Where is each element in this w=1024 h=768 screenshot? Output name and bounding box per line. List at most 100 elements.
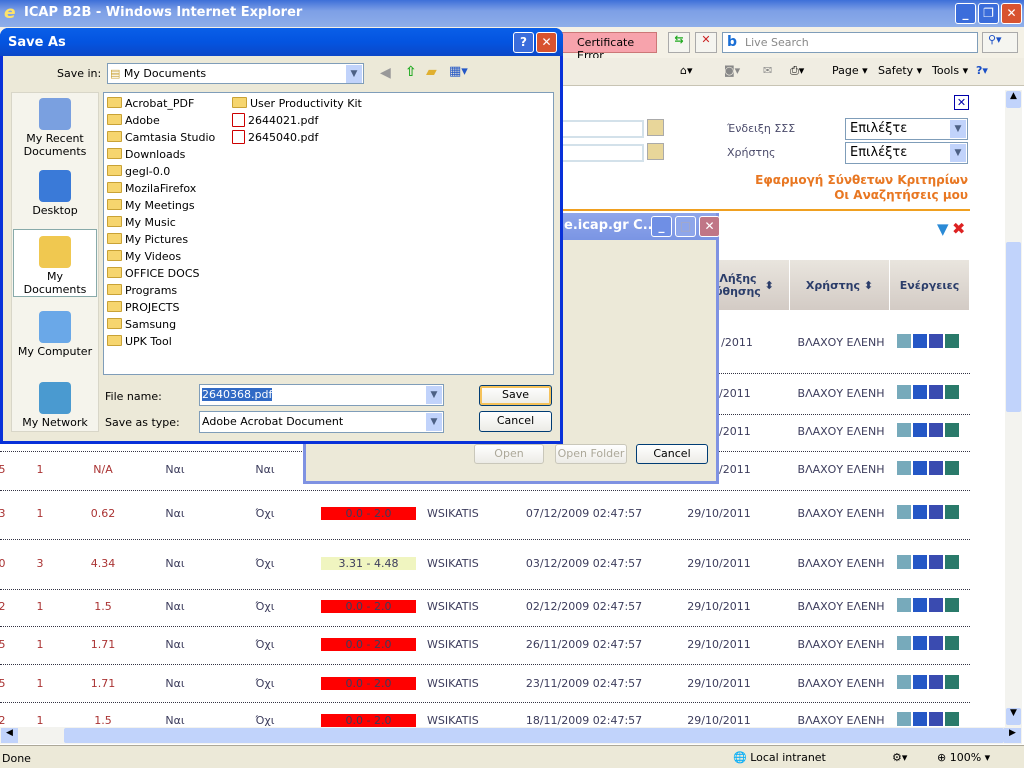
- stop-button[interactable]: ✕: [695, 32, 717, 53]
- download-icon[interactable]: [929, 461, 943, 475]
- mail-icon[interactable]: ✉: [763, 64, 772, 77]
- folder-item[interactable]: gegl-0.0: [107, 163, 215, 180]
- export-icon[interactable]: [945, 598, 959, 612]
- close-button[interactable]: ✕: [699, 216, 720, 237]
- scroll-down-button[interactable]: ▼: [1006, 708, 1021, 725]
- download-icon[interactable]: [929, 675, 943, 689]
- export-icon[interactable]: [945, 555, 959, 569]
- export-icon[interactable]: [945, 712, 959, 726]
- download-icon[interactable]: [929, 423, 943, 437]
- folder-item[interactable]: My Pictures: [107, 231, 215, 248]
- pdf-file-item[interactable]: 2645040.pdf: [232, 129, 362, 146]
- view-icon[interactable]: [897, 385, 911, 399]
- details-icon[interactable]: [913, 505, 927, 519]
- zoom-control[interactable]: ⊕ 100% ▾: [937, 751, 990, 764]
- hscroll-thumb[interactable]: [64, 728, 1004, 743]
- view-icon[interactable]: [897, 461, 911, 475]
- view-icon[interactable]: [897, 555, 911, 569]
- pdf-file-item[interactable]: 2644021.pdf: [232, 112, 362, 129]
- export-icon[interactable]: [945, 423, 959, 437]
- download-icon[interactable]: [929, 712, 943, 726]
- cancel-button[interactable]: Cancel: [479, 411, 552, 432]
- save-button[interactable]: Save: [479, 385, 552, 406]
- details-icon[interactable]: [913, 461, 927, 475]
- export-icon[interactable]: [945, 505, 959, 519]
- home-icon[interactable]: ⌂▾: [680, 64, 693, 77]
- download-icon[interactable]: [929, 505, 943, 519]
- view-icon[interactable]: [897, 334, 911, 348]
- back-icon[interactable]: ◀: [380, 65, 391, 81]
- details-icon[interactable]: [913, 712, 927, 726]
- close-button[interactable]: ✕: [536, 32, 557, 53]
- refresh-button[interactable]: ⇆: [668, 32, 690, 53]
- download-icon[interactable]: [929, 636, 943, 650]
- place-my-recent-documents[interactable]: My Recent Documents: [13, 98, 97, 158]
- details-icon[interactable]: [913, 675, 927, 689]
- header-user[interactable]: Χρήστης ⬍: [790, 260, 890, 310]
- restore-button[interactable]: ❐: [978, 3, 999, 24]
- details-icon[interactable]: [913, 555, 927, 569]
- safety-menu[interactable]: Safety ▾: [878, 64, 922, 77]
- place-my-documents[interactable]: My Documents: [13, 229, 97, 297]
- download-icon[interactable]: [929, 555, 943, 569]
- export-icon[interactable]: [945, 675, 959, 689]
- details-icon[interactable]: [913, 334, 927, 348]
- calendar-icon[interactable]: [647, 119, 664, 136]
- save-in-select[interactable]: ▤ My Documents ▼: [107, 63, 364, 84]
- place-my-network[interactable]: My Network: [13, 382, 97, 429]
- view-icon[interactable]: [897, 598, 911, 612]
- export-icon[interactable]: [945, 461, 959, 475]
- view-icon[interactable]: [897, 423, 911, 437]
- download-icon[interactable]: [929, 334, 943, 348]
- up-folder-icon[interactable]: ⇧: [405, 64, 417, 80]
- folder-item[interactable]: OFFICE DOCS: [107, 265, 215, 282]
- folder-item[interactable]: Programs: [107, 282, 215, 299]
- protected-mode-icon[interactable]: ⚙▾: [892, 751, 907, 764]
- certificate-error-button[interactable]: Certificate Error: [560, 32, 657, 62]
- file-list[interactable]: Acrobat_PDF Adobe Camtasia Studio Downloads…: [103, 92, 554, 375]
- tools-menu[interactable]: Tools ▾: [932, 64, 968, 77]
- scroll-up-button[interactable]: ▲: [1006, 91, 1021, 108]
- views-menu-icon[interactable]: ▦▾: [449, 64, 468, 79]
- export-icon[interactable]: [945, 334, 959, 348]
- user-select[interactable]: Επιλέξτε ▼: [845, 142, 968, 164]
- page-menu[interactable]: Page ▾: [832, 64, 868, 77]
- advanced-criteria-link[interactable]: Εφαρμογή Σύνθετων Κριτηρίων: [755, 173, 968, 187]
- help-icon[interactable]: ?▾: [976, 64, 988, 77]
- close-panel-icon[interactable]: ✕: [954, 95, 969, 110]
- vertical-scrollbar[interactable]: ▲ ▼: [1005, 90, 1022, 727]
- save-as-type-select[interactable]: Adobe Acrobat Document ▼: [199, 411, 444, 433]
- folder-item[interactable]: MozilaFirefox: [107, 180, 215, 197]
- download-icon[interactable]: [929, 385, 943, 399]
- minimize-button[interactable]: _: [651, 216, 672, 237]
- scroll-right-button[interactable]: ▶: [1004, 728, 1021, 743]
- folder-item[interactable]: Adobe: [107, 112, 215, 129]
- cancel-button[interactable]: Cancel: [636, 444, 708, 464]
- search-input[interactable]: b Live Search: [722, 32, 978, 53]
- print-icon[interactable]: ⎙▾: [790, 64, 804, 78]
- file-name-input[interactable]: 2640368.pdf ▼: [199, 384, 444, 406]
- details-icon[interactable]: [913, 636, 927, 650]
- clear-filter-icon[interactable]: ✖: [952, 219, 965, 238]
- filter-icon[interactable]: ▼: [937, 220, 949, 238]
- feeds-icon[interactable]: ◙▾: [724, 64, 740, 77]
- folder-item[interactable]: Acrobat_PDF: [107, 95, 215, 112]
- details-icon[interactable]: [913, 598, 927, 612]
- folder-item[interactable]: Camtasia Studio: [107, 129, 215, 146]
- scroll-thumb[interactable]: [1006, 242, 1021, 412]
- folder-item[interactable]: Downloads: [107, 146, 215, 163]
- folder-item[interactable]: UPK Tool: [107, 333, 215, 350]
- view-icon[interactable]: [897, 505, 911, 519]
- export-icon[interactable]: [945, 636, 959, 650]
- calendar-icon[interactable]: [647, 143, 664, 160]
- horizontal-scrollbar[interactable]: ◀ ▶: [0, 727, 1022, 744]
- scroll-left-button[interactable]: ◀: [1, 728, 18, 743]
- new-folder-icon[interactable]: ▰: [426, 64, 437, 80]
- folder-item[interactable]: My Music: [107, 214, 215, 231]
- view-icon[interactable]: [897, 636, 911, 650]
- help-button[interactable]: ?: [513, 32, 534, 53]
- folder-item[interactable]: User Productivity Kit: [232, 95, 362, 112]
- folder-item[interactable]: PROJECTS: [107, 299, 215, 316]
- details-icon[interactable]: [913, 385, 927, 399]
- export-icon[interactable]: [945, 385, 959, 399]
